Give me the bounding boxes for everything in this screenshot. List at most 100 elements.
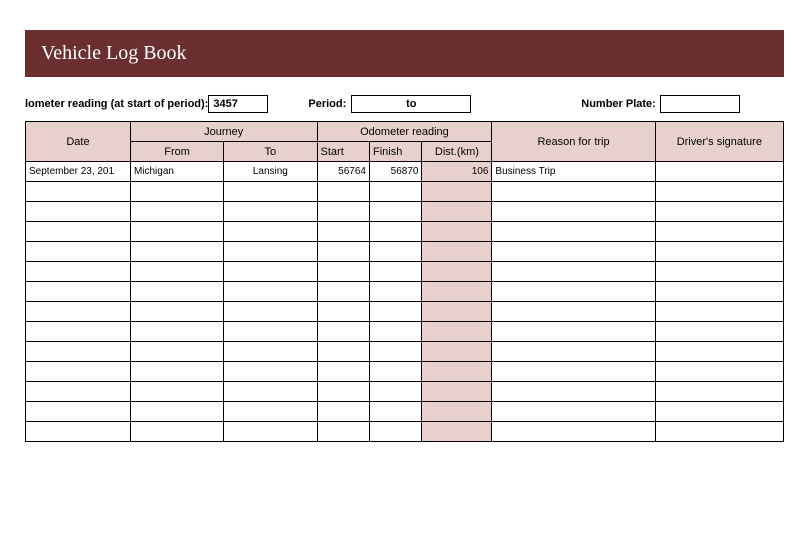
cell-to[interactable] [224,342,317,362]
cell-dist[interactable] [422,202,492,222]
cell-date[interactable] [26,222,131,242]
cell-reason[interactable] [492,182,655,202]
cell-signature[interactable] [655,322,783,342]
cell-reason[interactable] [492,322,655,342]
cell-finish[interactable] [369,222,421,242]
cell-from[interactable] [130,322,223,342]
cell-date[interactable] [26,182,131,202]
cell-finish[interactable] [369,242,421,262]
cell-start[interactable] [317,322,369,342]
cell-from[interactable] [130,302,223,322]
plate-input[interactable] [660,95,740,113]
cell-from[interactable] [130,422,223,442]
cell-to[interactable] [224,362,317,382]
cell-start[interactable] [317,242,369,262]
cell-from[interactable] [130,402,223,422]
cell-date[interactable] [26,402,131,422]
cell-to[interactable] [224,262,317,282]
cell-signature[interactable] [655,162,783,182]
cell-reason[interactable] [492,202,655,222]
cell-start[interactable] [317,262,369,282]
cell-dist[interactable] [422,222,492,242]
cell-to[interactable] [224,402,317,422]
cell-to[interactable]: Lansing [224,162,317,182]
cell-signature[interactable] [655,382,783,402]
cell-to[interactable] [224,182,317,202]
cell-reason[interactable] [492,362,655,382]
cell-signature[interactable] [655,422,783,442]
cell-from[interactable] [130,262,223,282]
cell-signature[interactable] [655,302,783,322]
cell-start[interactable] [317,342,369,362]
cell-from[interactable] [130,282,223,302]
cell-finish[interactable] [369,182,421,202]
cell-to[interactable] [224,202,317,222]
cell-from[interactable] [130,222,223,242]
cell-dist[interactable] [422,402,492,422]
cell-from[interactable]: Michigan [130,162,223,182]
cell-dist[interactable] [422,302,492,322]
cell-date[interactable] [26,202,131,222]
cell-start[interactable] [317,282,369,302]
cell-finish[interactable] [369,422,421,442]
cell-dist[interactable] [422,422,492,442]
cell-signature[interactable] [655,342,783,362]
cell-signature[interactable] [655,202,783,222]
cell-from[interactable] [130,242,223,262]
cell-signature[interactable] [655,222,783,242]
cell-reason[interactable] [492,222,655,242]
cell-signature[interactable] [655,282,783,302]
cell-finish[interactable] [369,322,421,342]
cell-reason[interactable] [492,262,655,282]
cell-date[interactable] [26,282,131,302]
cell-date[interactable]: September 23, 201 [26,162,131,182]
period-input[interactable]: to [351,95,471,113]
cell-finish[interactable] [369,402,421,422]
cell-finish[interactable] [369,382,421,402]
cell-dist[interactable] [422,282,492,302]
cell-from[interactable] [130,362,223,382]
cell-start[interactable] [317,182,369,202]
cell-reason[interactable] [492,402,655,422]
cell-start[interactable] [317,382,369,402]
cell-signature[interactable] [655,262,783,282]
cell-dist[interactable] [422,262,492,282]
cell-start[interactable] [317,402,369,422]
cell-date[interactable] [26,362,131,382]
cell-reason[interactable]: Business Trip [492,162,655,182]
cell-date[interactable] [26,342,131,362]
cell-to[interactable] [224,422,317,442]
cell-dist[interactable] [422,342,492,362]
cell-date[interactable] [26,262,131,282]
cell-from[interactable] [130,342,223,362]
cell-signature[interactable] [655,182,783,202]
cell-signature[interactable] [655,402,783,422]
cell-start[interactable] [317,422,369,442]
cell-dist[interactable] [422,242,492,262]
odometer-input[interactable]: 3457 [208,95,268,113]
cell-finish[interactable]: 56870 [369,162,421,182]
cell-date[interactable] [26,422,131,442]
cell-finish[interactable] [369,362,421,382]
cell-date[interactable] [26,322,131,342]
cell-finish[interactable] [369,282,421,302]
cell-reason[interactable] [492,342,655,362]
cell-date[interactable] [26,242,131,262]
cell-finish[interactable] [369,342,421,362]
cell-from[interactable] [130,202,223,222]
cell-dist[interactable] [422,382,492,402]
cell-start[interactable] [317,202,369,222]
cell-to[interactable] [224,302,317,322]
cell-reason[interactable] [492,382,655,402]
cell-finish[interactable] [369,202,421,222]
cell-start[interactable] [317,222,369,242]
cell-to[interactable] [224,282,317,302]
cell-to[interactable] [224,242,317,262]
cell-dist[interactable] [422,182,492,202]
cell-date[interactable] [26,302,131,322]
cell-date[interactable] [26,382,131,402]
cell-dist[interactable] [422,362,492,382]
cell-reason[interactable] [492,242,655,262]
cell-from[interactable] [130,382,223,402]
cell-to[interactable] [224,222,317,242]
